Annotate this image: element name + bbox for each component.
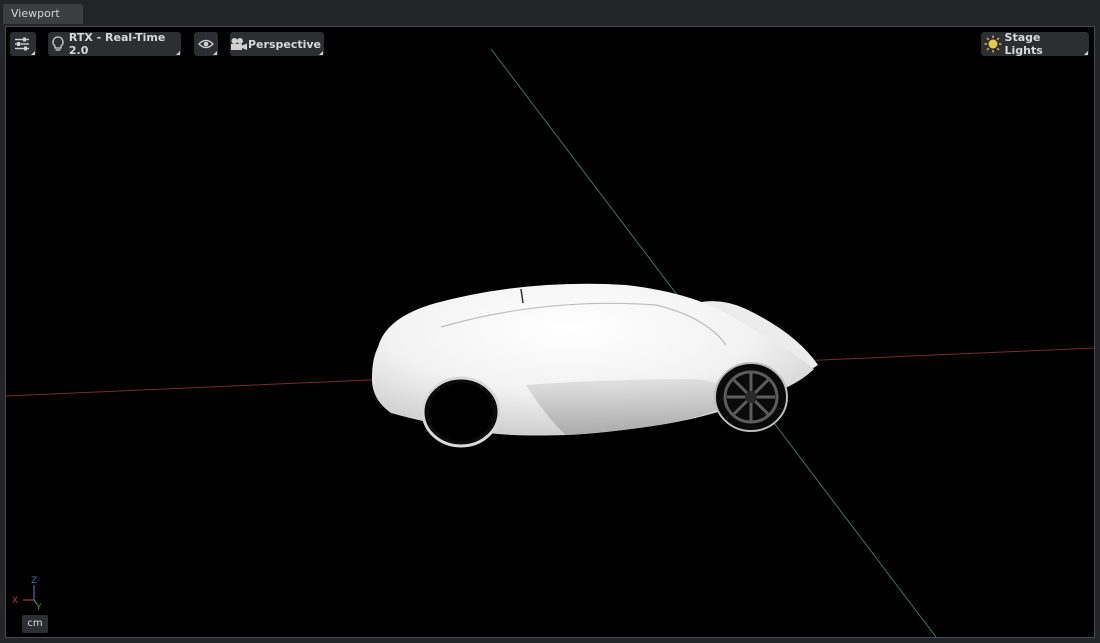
- gizmo-z-label: Z: [31, 576, 37, 586]
- car-model: [371, 283, 818, 448]
- gizmo-x-label: X: [12, 596, 18, 606]
- lighting-label: Stage Lights: [1004, 31, 1043, 57]
- camera-label: Perspective: [248, 37, 322, 51]
- scene-canvas[interactable]: [6, 27, 1094, 637]
- settings-button[interactable]: [10, 32, 36, 56]
- bottom-border: [0, 638, 1100, 643]
- renderer-label: RTX - Real-Time 2.0: [68, 31, 166, 57]
- camera-button[interactable]: Perspective: [230, 32, 324, 56]
- sun-icon: [981, 32, 1005, 56]
- units-badge[interactable]: cm: [22, 615, 48, 633]
- lightbulb-icon: [48, 32, 69, 56]
- tab-bar: Viewport: [0, 0, 1100, 24]
- tab-viewport[interactable]: Viewport: [3, 4, 83, 24]
- sliders-icon: [10, 32, 34, 56]
- viewport[interactable]: RTX - Real-Time 2.0 Perspective Stage Li…: [5, 26, 1095, 638]
- lighting-button[interactable]: Stage Lights: [981, 31, 1089, 57]
- renderer-button[interactable]: RTX - Real-Time 2.0: [48, 31, 181, 57]
- axis-gizmo: Z X Y: [12, 576, 42, 612]
- gizmo-y-label: Y: [35, 603, 42, 612]
- camera-icon: [230, 32, 248, 56]
- visibility-button[interactable]: [194, 32, 218, 56]
- eye-icon: [194, 32, 218, 56]
